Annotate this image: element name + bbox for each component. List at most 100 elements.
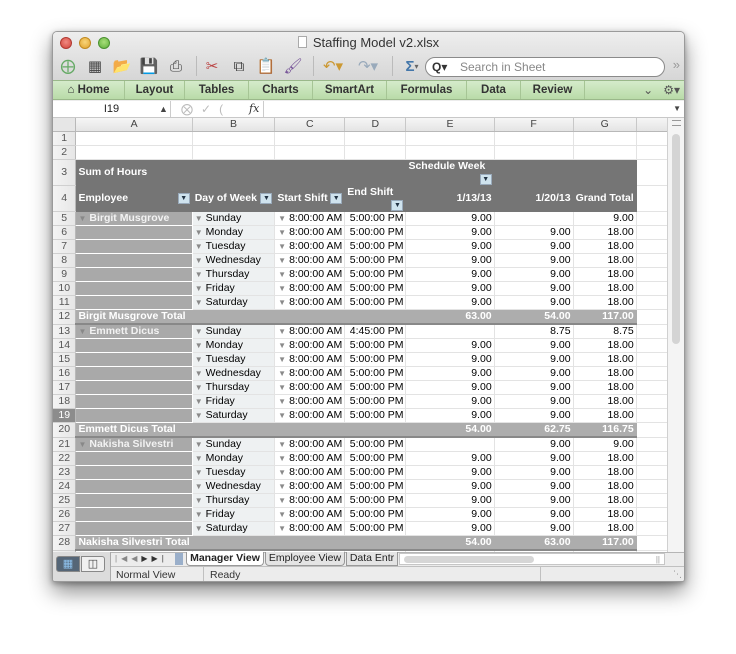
next-sheet-icon[interactable]: ▶	[141, 554, 151, 563]
day-of-week[interactable]: ▼ Wednesday	[192, 253, 276, 269]
day-of-week[interactable]: ▼ Thursday	[192, 267, 276, 283]
row-header[interactable]: 2	[53, 145, 77, 161]
employee-cell[interactable]	[75, 366, 193, 382]
subtotal-cell[interactable]	[274, 535, 346, 552]
start-shift[interactable]: ▼ 8:00:00 AM	[274, 493, 346, 509]
row-header[interactable]: 21	[53, 437, 77, 453]
row-grand-total[interactable]: 18.00	[573, 267, 637, 283]
employee-total-week1[interactable]: 63.00	[405, 309, 495, 326]
week1-hours[interactable]: 9.00	[405, 253, 495, 269]
row-grand-total[interactable]: 18.00	[573, 451, 637, 467]
cell[interactable]	[636, 309, 669, 325]
column-header-c[interactable]: C	[274, 118, 346, 133]
row-header[interactable]: 16	[53, 366, 77, 382]
cell[interactable]	[636, 211, 669, 227]
start-shift[interactable]: ▼ 8:00:00 AM	[274, 225, 346, 241]
cell[interactable]	[573, 145, 637, 161]
collapse-triangle-icon[interactable]: ▼	[78, 214, 86, 223]
employee-total-label[interactable]: Birgit Musgrove Total	[75, 309, 193, 326]
employee-name[interactable]: ▼ Birgit Musgrove	[75, 211, 193, 227]
cell[interactable]	[636, 295, 669, 311]
employee-name[interactable]: ▼ Emmett Dicus	[75, 324, 193, 340]
start-shift[interactable]: ▼ 8:00:00 AM	[274, 295, 346, 311]
gear-icon[interactable]: ⚙▾	[663, 83, 680, 97]
pivot-header-grand-total[interactable]: Grand Total	[573, 185, 637, 213]
filter-dropdown-icon[interactable]: ▼	[260, 193, 273, 205]
pivot-header-cell[interactable]	[573, 159, 637, 187]
sheet-tab-employee-view[interactable]: Employee View	[265, 552, 345, 566]
cell[interactable]	[636, 159, 669, 187]
collapse-triangle-icon[interactable]: ▼	[278, 228, 286, 237]
week2-hours[interactable]: 9.00	[494, 267, 574, 283]
cell[interactable]	[636, 521, 669, 537]
tab-tables[interactable]: Tables	[185, 81, 249, 99]
week1-hours[interactable]: 9.00	[405, 211, 495, 227]
column-header-d[interactable]: D	[344, 118, 407, 133]
cut-icon[interactable]: ✂	[201, 55, 223, 77]
employee-total-week1[interactable]: 54.00	[405, 535, 495, 552]
week2-hours[interactable]: 9.00	[494, 338, 574, 354]
day-of-week[interactable]: ▼ Wednesday	[192, 479, 276, 495]
week2-hours[interactable]: 9.00	[494, 366, 574, 382]
collapse-triangle-icon[interactable]: ▼	[195, 383, 203, 392]
week2-hours[interactable]: 9.00	[494, 352, 574, 368]
week1-hours[interactable]: 9.00	[405, 465, 495, 481]
week2-hours[interactable]: 9.00	[494, 253, 574, 269]
confirm-icon[interactable]: ✓	[201, 102, 219, 116]
employee-cell[interactable]	[75, 281, 193, 297]
employee-name[interactable]: ▼ Nakisha Silvestri	[75, 437, 193, 453]
employee-cell[interactable]	[75, 521, 193, 537]
templates-icon[interactable]: ▦	[84, 55, 106, 77]
pivot-header-week1[interactable]: 1/13/13	[405, 185, 495, 213]
cell[interactable]	[274, 145, 346, 161]
spreadsheet-grid[interactable]: A B C D E F G 1 2 3 Sum of Hours Schedule We…	[53, 118, 669, 552]
week2-hours[interactable]: 9.00	[494, 507, 574, 523]
column-header-h[interactable]	[636, 118, 669, 133]
start-shift[interactable]: ▼ 8:00:00 AM	[274, 521, 346, 537]
day-of-week[interactable]: ▼ Wednesday	[192, 366, 276, 382]
row-header[interactable]: 5	[53, 211, 77, 227]
pivot-column-field[interactable]: Schedule Week ▼	[405, 159, 495, 187]
day-of-week[interactable]: ▼ Friday	[192, 281, 276, 297]
employee-cell[interactable]	[75, 479, 193, 495]
cancel-icon[interactable]: ⨂	[181, 102, 201, 116]
tab-layout[interactable]: Layout	[125, 81, 185, 99]
column-header-g[interactable]: G	[573, 118, 637, 133]
collapse-triangle-icon[interactable]: ▼	[278, 397, 286, 406]
prev-sheet-icon[interactable]: ◀	[131, 554, 141, 563]
cell[interactable]	[636, 267, 669, 283]
week1-hours[interactable]: 9.00	[405, 493, 495, 509]
cell[interactable]	[274, 131, 346, 147]
format-painter-icon[interactable]: 🖌	[282, 55, 304, 77]
collapse-triangle-icon[interactable]: ▼	[78, 440, 86, 449]
start-shift[interactable]: ▼ 8:00:00 AM	[274, 267, 346, 283]
day-of-week[interactable]: ▼ Sunday	[192, 437, 276, 453]
end-shift[interactable]: 5:00:00 PM	[344, 507, 407, 523]
row-header[interactable]: 9	[53, 267, 77, 283]
collapse-triangle-icon[interactable]: ▼	[195, 482, 203, 491]
cell[interactable]	[494, 131, 574, 147]
collapse-triangle-icon[interactable]: ▼	[278, 524, 286, 533]
collapse-triangle-icon[interactable]: ▼	[195, 524, 203, 533]
cell[interactable]	[405, 131, 495, 147]
end-shift[interactable]: 5:00:00 PM	[344, 225, 407, 241]
day-of-week[interactable]: ▼ Tuesday	[192, 352, 276, 368]
collapse-triangle-icon[interactable]: ▼	[278, 214, 286, 223]
end-shift[interactable]: 5:00:00 PM	[344, 253, 407, 269]
start-shift[interactable]: ▼ 8:00:00 AM	[274, 408, 346, 424]
collapse-triangle-icon[interactable]: ▼	[278, 383, 286, 392]
row-header[interactable]: 22	[53, 451, 77, 467]
week1-hours[interactable]: 9.00	[405, 281, 495, 297]
employee-total-week2[interactable]: 62.75	[494, 422, 574, 439]
column-header-e[interactable]: E	[405, 118, 495, 133]
cell[interactable]	[636, 535, 669, 551]
start-shift[interactable]: ▼ 8:00:00 AM	[274, 239, 346, 255]
start-shift[interactable]: ▼ 8:00:00 AM	[274, 479, 346, 495]
week2-hours[interactable]: 9.00	[494, 437, 574, 453]
cell[interactable]	[636, 185, 669, 213]
row-header[interactable]: 23	[53, 465, 77, 481]
column-header-f[interactable]: F	[494, 118, 574, 133]
row-header[interactable]: 25	[53, 493, 77, 509]
collapse-triangle-icon[interactable]: ▼	[278, 482, 286, 491]
horizontal-scroll-thumb[interactable]	[404, 556, 534, 563]
